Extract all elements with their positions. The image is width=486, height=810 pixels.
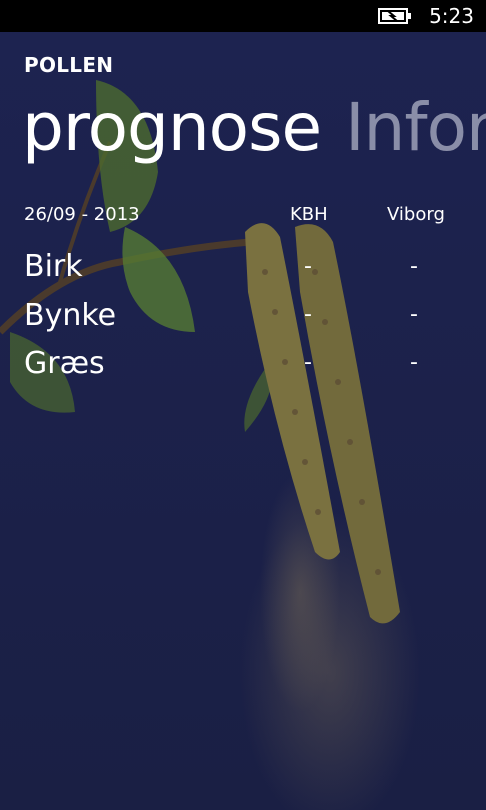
value-graes-kbh: - — [304, 350, 312, 375]
battery-charging-icon — [378, 8, 411, 24]
column-header-viborg: Viborg — [387, 204, 445, 225]
value-birk-viborg: - — [410, 254, 418, 279]
row-label-graes: Græs — [24, 346, 105, 381]
value-bynke-viborg: - — [410, 302, 418, 327]
forecast-date: 26/09 - 2013 — [24, 204, 140, 225]
value-bynke-kbh: - — [304, 302, 312, 327]
pivot-header: prognose Infor — [22, 88, 486, 168]
app-title: POLLEN — [24, 53, 114, 77]
value-graes-viborg: - — [410, 350, 418, 375]
pivot-item-prognose[interactable]: prognose — [22, 89, 322, 166]
row-label-bynke: Bynke — [24, 298, 117, 333]
column-header-kbh: KBH — [290, 204, 328, 225]
pivot-item-information[interactable]: Infor — [345, 89, 486, 166]
status-bar: 5:23 — [0, 0, 486, 32]
clock: 5:23 — [429, 4, 474, 28]
value-birk-kbh: - — [304, 254, 312, 279]
row-label-birk: Birk — [24, 249, 83, 284]
